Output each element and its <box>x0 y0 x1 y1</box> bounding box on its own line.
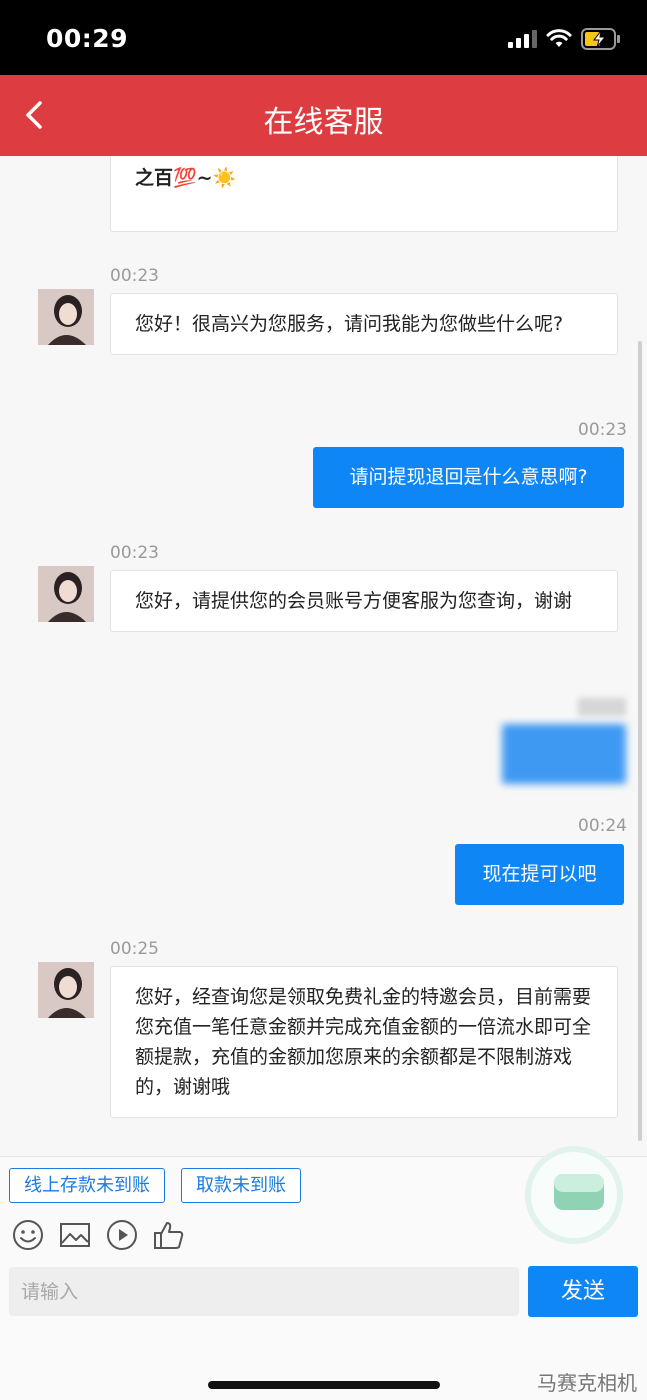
quick-reply-deposit[interactable]: 线上存款未到账 <box>9 1168 165 1203</box>
avatar-image <box>38 962 94 1018</box>
floating-chat-button[interactable] <box>525 1146 623 1244</box>
message-input[interactable] <box>9 1267 519 1316</box>
status-icons <box>508 26 621 52</box>
message-timestamp: 00:23 <box>578 420 627 440</box>
like-icon[interactable] <box>152 1218 186 1252</box>
message-text: 您好，经查询您是领取免费礼金的特邀会员，目前需要您充值一笔任意金额并完成充值金额… <box>135 986 592 1098</box>
agent-message: 您好，经查询您是领取免费礼金的特邀会员，目前需要您充值一笔任意金额并完成充值金额… <box>110 966 618 1118</box>
message-timestamp: 00:24 <box>578 816 627 836</box>
agent-message: 您好，请提供您的会员账号方便客服为您查询，谢谢 <box>110 570 618 632</box>
status-time: 00:29 <box>46 24 129 53</box>
agent-message: 之百💯~☀️ <box>110 156 618 232</box>
image-icon[interactable] <box>58 1218 92 1252</box>
message-text: 您好！很高兴为您服务，请问我能为您做些什么呢? <box>135 313 564 335</box>
home-indicator[interactable] <box>208 1381 440 1389</box>
quick-reply-withdraw[interactable]: 取款未到账 <box>181 1168 301 1203</box>
chat-area[interactable]: 之百💯~☀️ 00:23 您好！很高兴为您服务，请问我能为您做些什么呢? 00:… <box>0 156 647 1156</box>
user-message: 请问提现退回是什么意思啊? <box>313 447 624 508</box>
status-bar: 00:29 <box>0 0 647 75</box>
message-timestamp: 00:23 <box>110 266 159 286</box>
message-text: 请问提现退回是什么意思啊? <box>349 466 588 488</box>
message-timestamp: 00:25 <box>110 939 159 959</box>
avatar-image <box>38 566 94 622</box>
message-timestamp-blurred <box>578 698 626 716</box>
message-timestamp: 00:23 <box>110 543 159 563</box>
agent-avatar <box>38 962 94 1018</box>
send-button[interactable]: 发送 <box>528 1266 638 1317</box>
camera-watermark: 马赛克相机 <box>537 1371 637 1395</box>
agent-avatar <box>38 566 94 622</box>
wifi-icon <box>546 29 572 47</box>
message-text: 之百💯~☀️ <box>135 167 237 189</box>
emoji-icon[interactable] <box>11 1218 45 1252</box>
user-message: 现在提可以吧 <box>455 844 624 905</box>
chat-bubble-icon <box>554 1174 604 1210</box>
message-text: 您好，请提供您的会员账号方便客服为您查询，谢谢 <box>135 590 573 612</box>
page-title: 在线客服 <box>263 105 384 140</box>
chat-scrollbar[interactable] <box>638 341 642 1141</box>
user-message-blurred <box>502 724 626 784</box>
battery-icon <box>581 28 620 50</box>
avatar-image <box>38 289 94 345</box>
video-icon[interactable] <box>105 1218 139 1252</box>
header-bar: 在线客服 <box>0 75 647 156</box>
signal-icon <box>508 30 537 48</box>
message-text: 现在提可以吧 <box>482 863 597 885</box>
agent-avatar <box>38 289 94 345</box>
agent-message: 您好！很高兴为您服务，请问我能为您做些什么呢? <box>110 293 618 355</box>
